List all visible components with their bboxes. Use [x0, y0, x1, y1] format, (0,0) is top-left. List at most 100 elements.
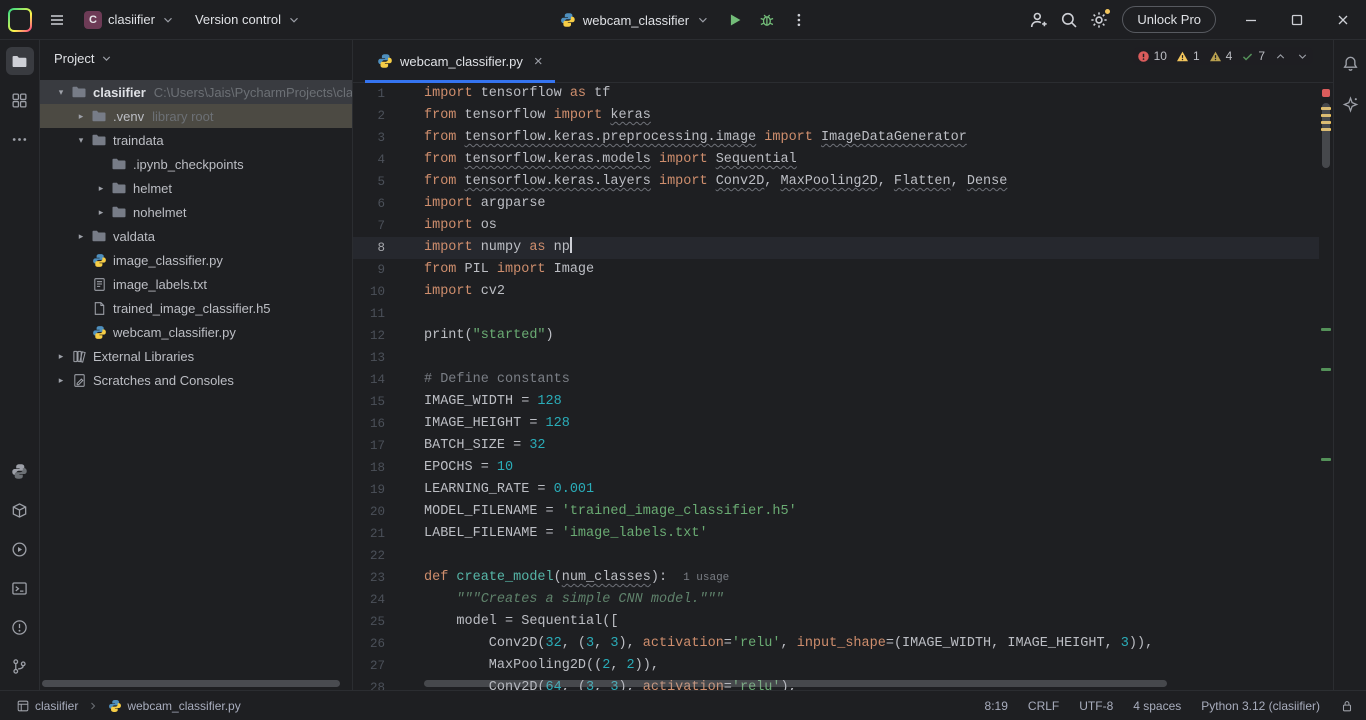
chevron-collapsed-icon[interactable]: ▸ [52, 375, 70, 386]
line-separator[interactable]: CRLF [1028, 699, 1059, 713]
chevron-expanded-icon[interactable]: ▾ [52, 87, 70, 98]
code-line[interactable]: 20MODEL_FILENAME = 'trained_image_classi… [353, 501, 1319, 523]
tree-item--ipynb-checkpoints[interactable]: .ipynb_checkpoints [40, 152, 352, 176]
resolved-count[interactable]: 7 [1241, 49, 1265, 63]
chevron-collapsed-icon[interactable]: ▸ [92, 207, 110, 218]
errors-count[interactable]: 10 [1137, 49, 1167, 63]
search-everywhere-button[interactable] [1054, 5, 1084, 35]
project-widget[interactable]: C clasiifier [76, 6, 183, 34]
close-button[interactable] [1320, 0, 1366, 40]
code-line[interactable]: 7import os [353, 215, 1319, 237]
python-packages-tool-window-button[interactable] [6, 457, 34, 485]
project-tool-window-button[interactable] [6, 47, 34, 75]
code-line[interactable]: 4from tensorflow.keras.models import Seq… [353, 149, 1319, 171]
tree-item-valdata[interactable]: ▸valdata [40, 224, 352, 248]
code-line[interactable]: 17BATCH_SIZE = 32 [353, 435, 1319, 457]
code-line[interactable]: 8import numpy as np [353, 237, 1319, 259]
code-line[interactable]: 6import argparse [353, 193, 1319, 215]
tree-item-trained-image-classifier-h5[interactable]: trained_image_classifier.h5 [40, 296, 352, 320]
unlock-pro-button[interactable]: Unlock Pro [1122, 6, 1216, 33]
code-line[interactable]: 1import tensorflow as tf [353, 83, 1319, 105]
warnings-count[interactable]: 1 [1176, 49, 1200, 63]
code-line[interactable]: 15IMAGE_WIDTH = 128 [353, 391, 1319, 413]
code-line[interactable]: 19LEARNING_RATE = 0.001 [353, 479, 1319, 501]
ai-assistant-button[interactable] [1336, 90, 1364, 118]
tree-item--venv[interactable]: ▸.venvlibrary root [40, 104, 352, 128]
code-line[interactable]: 12print("started") [353, 325, 1319, 347]
minimize-button[interactable] [1228, 0, 1274, 40]
terminal-tool-window-button[interactable] [6, 574, 34, 602]
editor-vertical-scrollbar[interactable] [1322, 103, 1330, 168]
version-control-widget[interactable]: Version control [187, 7, 309, 32]
weak-warnings-count[interactable]: 4 [1209, 49, 1233, 63]
maximize-button[interactable] [1274, 0, 1320, 40]
tree-item-external-libraries[interactable]: ▸External Libraries [40, 344, 352, 368]
chevron-collapsed-icon[interactable]: ▸ [92, 183, 110, 194]
breadcrumb-project[interactable]: clasiifier [12, 697, 82, 715]
stripe-mark[interactable] [1321, 458, 1331, 461]
indent-style[interactable]: 4 spaces [1133, 699, 1181, 713]
main-menu-button[interactable] [42, 5, 72, 35]
tree-item-webcam-classifier-py[interactable]: webcam_classifier.py [40, 320, 352, 344]
tree-item-clasiifier[interactable]: ▾clasiifierC:\Users\Jais\PycharmProjects… [40, 80, 352, 104]
editor-horizontal-scrollbar[interactable] [424, 680, 1167, 687]
code-line[interactable]: 27 MaxPooling2D((2, 2)), [353, 655, 1319, 677]
tab-webcam-classifier[interactable]: webcam_classifier.py × [365, 40, 555, 82]
code-line[interactable]: 5from tensorflow.keras.layers import Con… [353, 171, 1319, 193]
code-line[interactable]: 18EPOCHS = 10 [353, 457, 1319, 479]
code-line[interactable]: 16IMAGE_HEIGHT = 128 [353, 413, 1319, 435]
caret-position[interactable]: 8:19 [985, 699, 1008, 713]
code-line[interactable]: 22 [353, 545, 1319, 567]
code-line[interactable]: 21LABEL_FILENAME = 'image_labels.txt' [353, 523, 1319, 545]
tree-item-image-classifier-py[interactable]: image_classifier.py [40, 248, 352, 272]
chevron-expanded-icon[interactable]: ▾ [72, 135, 90, 146]
more-tool-windows-button[interactable] [6, 125, 34, 153]
breadcrumb-file[interactable]: webcam_classifier.py [104, 697, 244, 715]
tab-close-icon[interactable]: × [534, 54, 543, 69]
code-line[interactable]: 3from tensorflow.keras.preprocessing.ima… [353, 127, 1319, 149]
code-line[interactable]: 24 """Creates a simple CNN model.""" [353, 589, 1319, 611]
project-panel-scrollbar[interactable] [42, 680, 340, 687]
code-line[interactable]: 13 [353, 347, 1319, 369]
code-line[interactable]: 9from PIL import Image [353, 259, 1319, 281]
code-line[interactable]: 25 model = Sequential([ [353, 611, 1319, 633]
python-console-tool-window-button[interactable] [6, 496, 34, 524]
inspection-status-indicator[interactable] [1322, 89, 1330, 97]
code-line[interactable]: 23def create_model(num_classes):1 usage [353, 567, 1319, 589]
chevron-down-icon [696, 13, 710, 27]
tree-item-scratches-and-consoles[interactable]: ▸Scratches and Consoles [40, 368, 352, 392]
lock-icon[interactable] [1340, 699, 1354, 713]
debug-button[interactable] [752, 5, 782, 35]
run-configuration-selector[interactable]: webcam_classifier [552, 7, 718, 33]
code-with-me-button[interactable] [1024, 5, 1054, 35]
next-problem-icon[interactable] [1296, 50, 1309, 63]
prev-problem-icon[interactable] [1274, 50, 1287, 63]
stripe-mark[interactable] [1321, 368, 1331, 371]
run-button[interactable] [720, 5, 750, 35]
version-control-tool-window-button[interactable] [6, 652, 34, 680]
chevron-collapsed-icon[interactable]: ▸ [72, 111, 90, 122]
project-panel-header[interactable]: Project [40, 40, 352, 76]
file-encoding[interactable]: UTF-8 [1079, 699, 1113, 713]
tree-item-image-labels-txt[interactable]: image_labels.txt [40, 272, 352, 296]
code-line[interactable]: 14# Define constants [353, 369, 1319, 391]
structure-tool-window-button[interactable] [6, 86, 34, 114]
stripe-mark[interactable] [1321, 328, 1331, 331]
tree-item-traindata[interactable]: ▾traindata [40, 128, 352, 152]
code-line[interactable]: 2from tensorflow import keras [353, 105, 1319, 127]
python-interpreter[interactable]: Python 3.12 (clasiifier) [1201, 699, 1320, 713]
code-line[interactable]: 10import cv2 [353, 281, 1319, 303]
inspections-widget[interactable]: 10 1 4 7 [1133, 47, 1313, 65]
notifications-button[interactable] [1336, 49, 1364, 77]
tree-item-nohelmet[interactable]: ▸nohelmet [40, 200, 352, 224]
code-area[interactable]: 1import tensorflow as tf2from tensorflow… [353, 83, 1319, 690]
settings-button[interactable] [1084, 5, 1114, 35]
tree-item-helmet[interactable]: ▸helmet [40, 176, 352, 200]
services-tool-window-button[interactable] [6, 535, 34, 563]
more-actions-button[interactable] [784, 5, 814, 35]
chevron-collapsed-icon[interactable]: ▸ [52, 351, 70, 362]
problems-tool-window-button[interactable] [6, 613, 34, 641]
code-line[interactable]: 11 [353, 303, 1319, 325]
chevron-collapsed-icon[interactable]: ▸ [72, 231, 90, 242]
code-line[interactable]: 26 Conv2D(32, (3, 3), activation='relu',… [353, 633, 1319, 655]
